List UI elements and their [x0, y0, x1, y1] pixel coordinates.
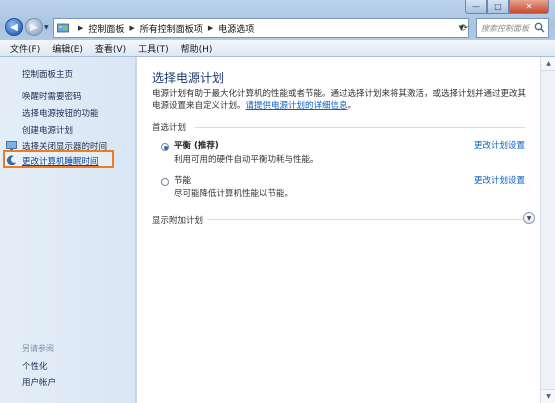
recent-pages-dropdown-icon[interactable]: ▼ [44, 24, 49, 31]
breadcrumb-separator-icon: ▶ [129, 24, 135, 32]
menu-bar: 文件(F) 编辑(E) 查看(V) 工具(T) 帮助(H) [0, 40, 555, 57]
sidebar-link-user-accounts[interactable]: 用户帐户 [22, 376, 56, 388]
scroll-down-icon[interactable]: ▼ [541, 389, 555, 403]
description-end: 。 [347, 101, 357, 111]
forward-button[interactable]: ▶ [25, 18, 43, 36]
search-placeholder: 搜索控制面板 [481, 23, 529, 33]
sidebar-link-personalization[interactable]: 个性化 [22, 360, 48, 372]
sidebar-item-create-plan[interactable]: 创建电源计划 [22, 124, 73, 136]
power-saver-plan-description: 尽可能降低计算机性能以节能。 [174, 189, 294, 199]
scroll-up-icon[interactable]: ▲ [541, 57, 555, 71]
menu-edit[interactable]: 编辑(E) [46, 42, 89, 55]
menu-file[interactable]: 文件(F) [4, 42, 46, 55]
breadcrumb-separator-icon: ▶ [207, 24, 214, 32]
balanced-plan-description: 利用可用的硬件自动平衡功耗与性能。 [174, 155, 319, 165]
menu-help[interactable]: 帮助(H) [175, 42, 219, 55]
sidebar-item-power-button[interactable]: 选择电源按钮的功能 [22, 107, 99, 119]
back-arrow-icon: ◀ [10, 21, 18, 33]
breadcrumb-power-options[interactable]: 电源选项 [218, 22, 254, 35]
section-divider [207, 219, 523, 220]
minimize-button[interactable]: — [465, 0, 487, 14]
maximize-button[interactable]: □ [487, 0, 509, 14]
sidebar: 控制面板主页 唤醒时需要密码 选择电源按钮的功能 创建电源计划 选择关闭显示器的… [0, 57, 136, 403]
menu-tools[interactable]: 工具(T) [132, 42, 175, 55]
sidebar-item-wake-password[interactable]: 唤醒时需要密码 [22, 90, 82, 102]
page-description: 电源计划有助于最大化计算机的性能或者节能。通过选择计划来将其激活，或选择计划并通… [152, 88, 532, 112]
vertical-scrollbar[interactable]: ▲ ▼ [540, 57, 555, 403]
see-also-label: 另请参阅 [22, 344, 54, 353]
menu-view[interactable]: 查看(V) [89, 42, 132, 55]
back-button[interactable]: ◀ [5, 18, 23, 36]
breadcrumb-all-items[interactable]: 所有控制面板项 [140, 22, 203, 35]
balanced-plan-radio[interactable] [161, 143, 169, 151]
chevron-down-icon: ▼ [526, 214, 532, 222]
expand-plans-button[interactable]: ▼ [523, 212, 535, 224]
plan-details-link[interactable]: 请提供电源计划的详细信息 [246, 101, 348, 111]
window-controls: — □ ✕ [465, 0, 549, 14]
refresh-icon[interactable]: ⟳ [458, 20, 470, 36]
moon-icon [7, 155, 17, 165]
control-panel-icon [57, 23, 69, 32]
power-saver-change-settings-link[interactable]: 更改计划设置 [474, 174, 525, 186]
preferred-plans-label: 首选计划 [152, 123, 187, 133]
page-title: 选择电源计划 [152, 71, 225, 85]
power-saver-plan-name: 节能 [174, 176, 192, 186]
address-bar[interactable]: ▶ 控制面板 ▶ 所有控制面板项 ▶ 电源选项 ▼ [53, 18, 469, 38]
sidebar-home-link[interactable]: 控制面板主页 [22, 68, 73, 80]
search-icon[interactable] [534, 22, 545, 33]
search-input[interactable]: 搜索控制面板 [476, 18, 549, 38]
breadcrumb-separator-icon: ▶ [78, 24, 84, 32]
sidebar-item-sleep-time[interactable]: 更改计算机睡眠时间 [22, 155, 99, 167]
balanced-change-settings-link[interactable]: 更改计划设置 [474, 139, 525, 151]
balanced-plan-name: 平衡 (推荐) [174, 141, 219, 151]
close-button[interactable]: ✕ [509, 0, 549, 14]
breadcrumb-control-panel[interactable]: 控制面板 [88, 22, 124, 35]
show-additional-plans-label[interactable]: 显示附加计划 [152, 214, 203, 226]
forward-arrow-icon: ▶ [30, 21, 38, 33]
section-divider [195, 127, 525, 128]
main-content: 选择电源计划 电源计划有助于最大化计算机的性能或者节能。通过选择计划来将其激活，… [137, 57, 540, 403]
power-saver-plan-radio[interactable] [161, 178, 169, 186]
